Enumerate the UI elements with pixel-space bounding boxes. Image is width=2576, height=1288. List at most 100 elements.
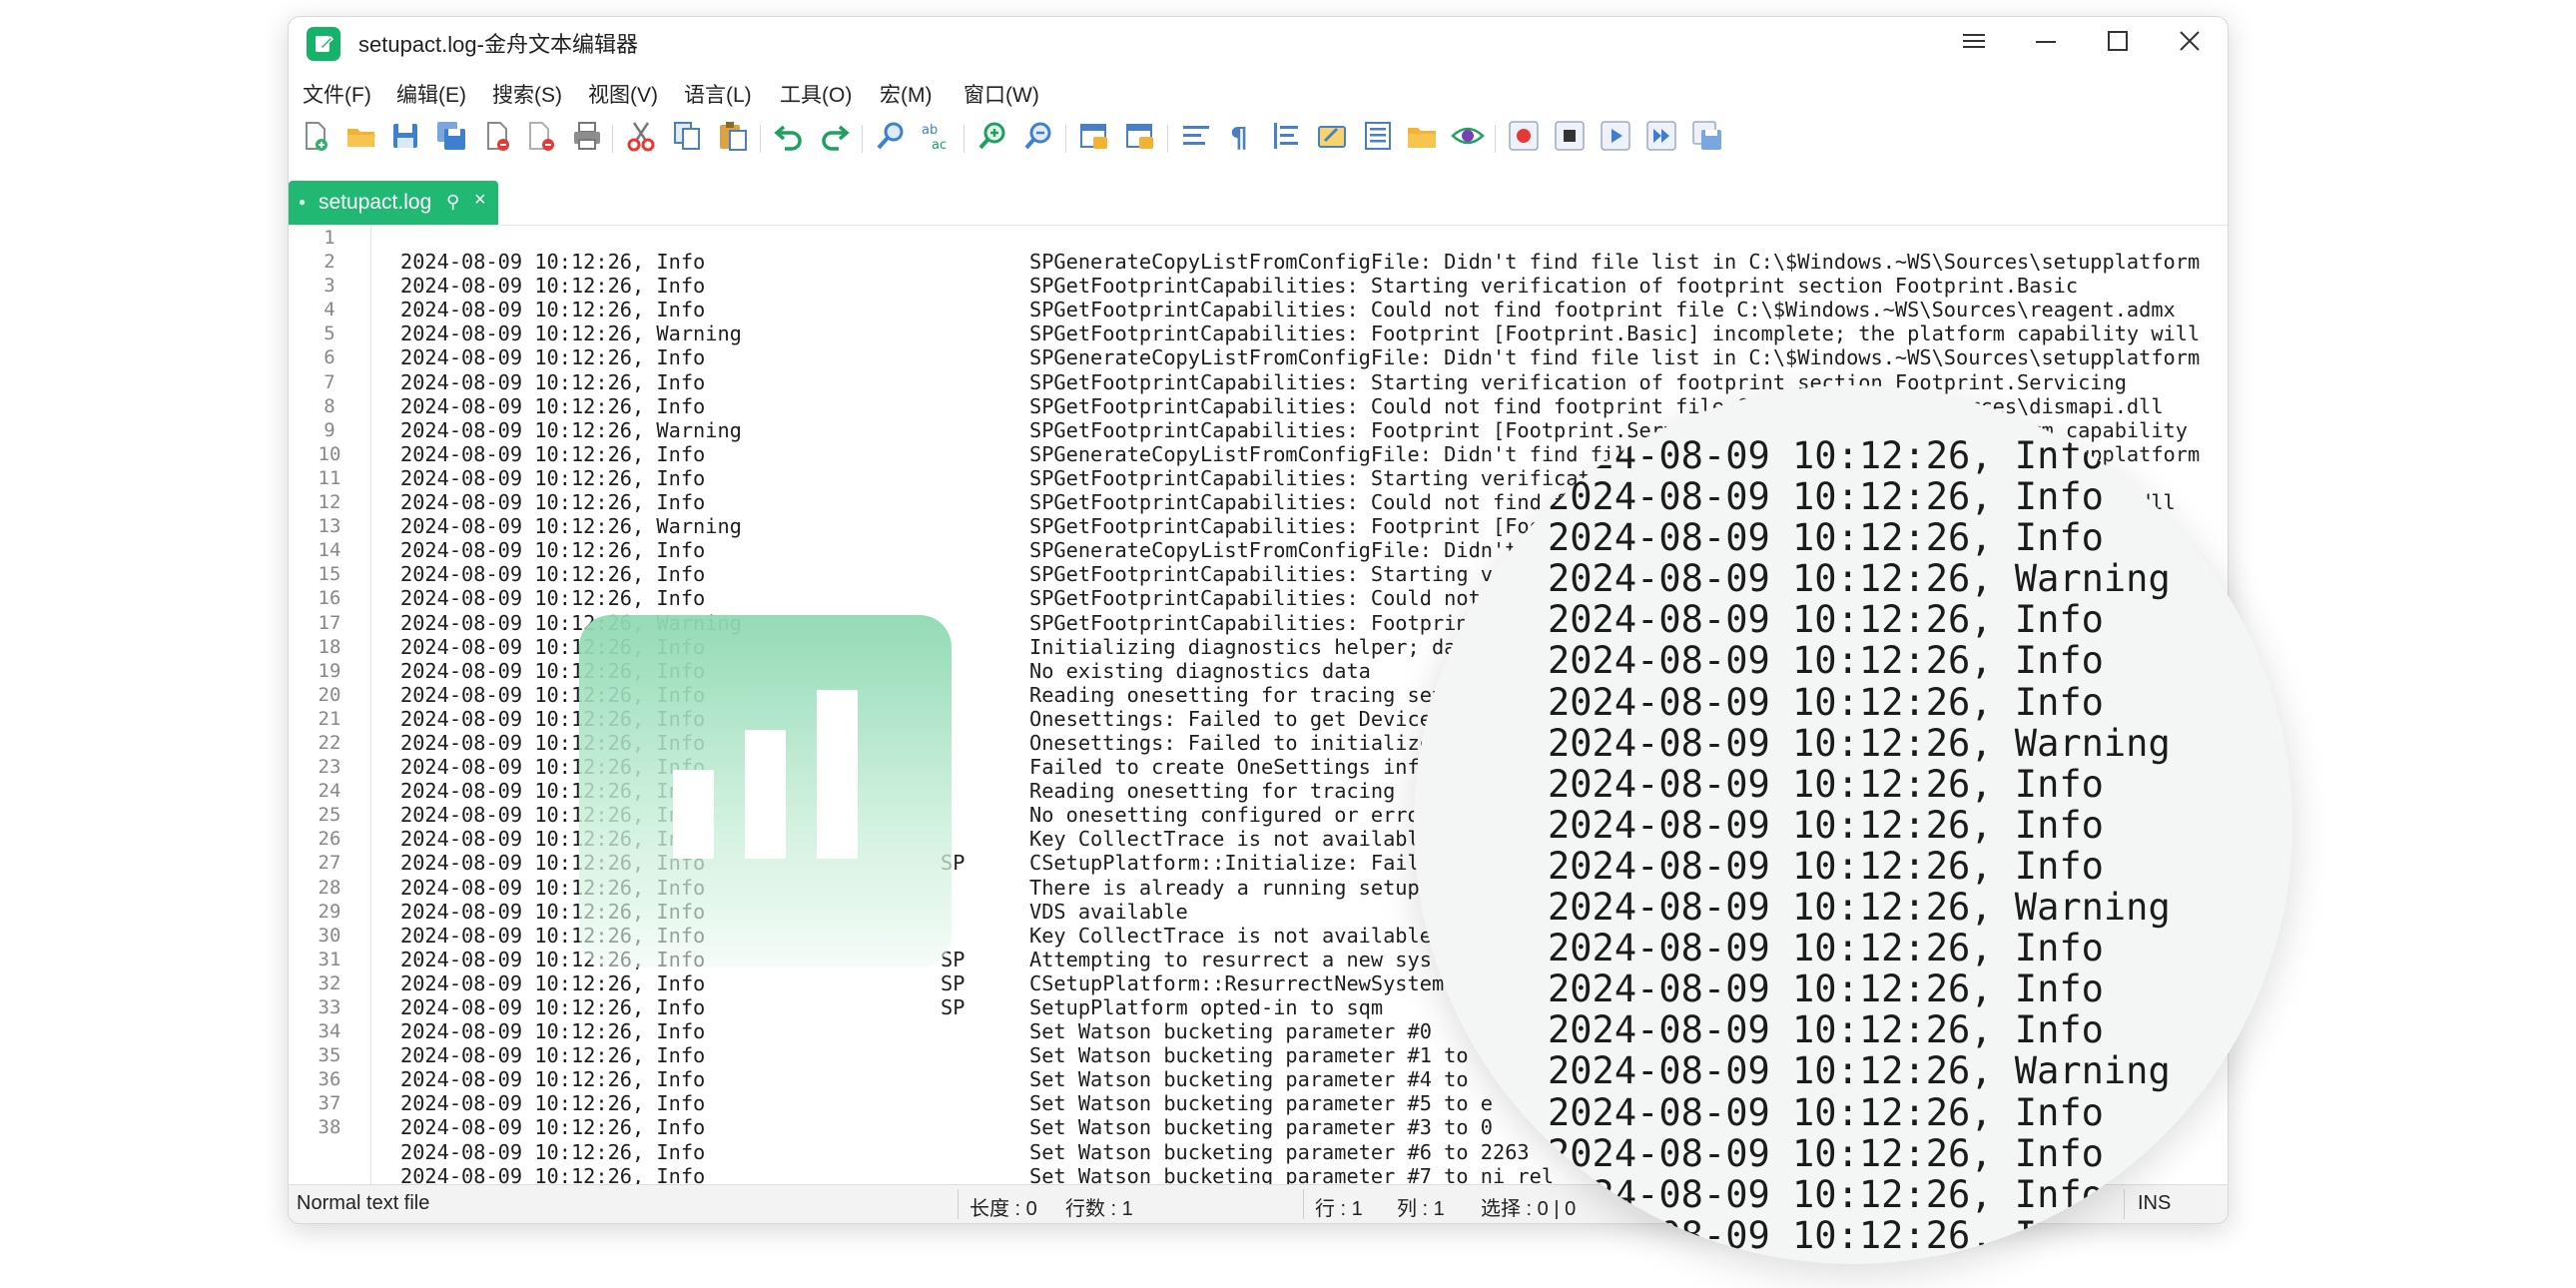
print-icon[interactable] [570, 119, 604, 153]
log-timestamp-level: 2024-08-09 10:12:26, Info [400, 1067, 706, 1092]
save-macro-icon[interactable] [1690, 119, 1724, 153]
line-number: 22 [318, 731, 341, 754]
stop-macro-icon[interactable] [1553, 119, 1587, 153]
open-file-icon[interactable] [344, 119, 378, 153]
document-map-icon[interactable] [1361, 119, 1395, 153]
toolbar-separator [862, 125, 863, 153]
log-message: SPGetFootprintCapabilities: Starting ver… [1029, 369, 2127, 394]
magnified-log-line: 2024-08-09 10:12:26, Info [1548, 844, 2104, 888]
tab-modified-icon: ● [299, 195, 307, 209]
close-tab-icon[interactable]: × [474, 189, 486, 212]
menu-edit[interactable]: 编辑(E) [396, 79, 466, 109]
hamburger-menu-icon[interactable] [1938, 17, 2010, 65]
line-number: 34 [318, 1020, 341, 1043]
word-wrap-icon[interactable] [1179, 119, 1213, 153]
line-number: 8 [323, 394, 335, 417]
status-row: 行 : 1 [1315, 1198, 1363, 1220]
indent-guide-icon[interactable] [1269, 119, 1303, 153]
log-line[interactable]: 2024-08-09 10:12:26, Info SPGetFootprintC… [400, 274, 2228, 298]
close-all-icon[interactable] [524, 119, 558, 153]
pin-icon[interactable]: ⚲ [446, 192, 459, 213]
log-message: Failed to create OneSettings inf [1029, 755, 1420, 780]
menu-view[interactable]: 视图(V) [588, 79, 658, 109]
line-number: 27 [318, 852, 341, 875]
redo-icon[interactable] [818, 119, 852, 153]
log-line[interactable]: 2024-08-09 10:12:26, Warning SPGetFootpri… [400, 322, 2228, 345]
log-timestamp-level: 2024-08-09 10:12:26, Info [400, 393, 706, 418]
toolbar-separator [1495, 125, 1496, 153]
line-number: 6 [323, 346, 335, 369]
line-number: 19 [318, 659, 341, 682]
menu-language[interactable]: 语言(L) [684, 79, 752, 109]
play-macro-icon[interactable] [1599, 119, 1632, 153]
sync-horizontal-icon[interactable] [1123, 119, 1157, 153]
close-window-button[interactable] [2154, 17, 2226, 65]
find-icon[interactable] [874, 119, 908, 153]
chart-bar-tall [817, 690, 858, 859]
line-number: 5 [323, 322, 335, 345]
magnified-log-line: 2024-08-09 10:12:26, Info [1548, 1172, 2104, 1216]
menu-file[interactable]: 文件(F) [303, 79, 371, 109]
undo-icon[interactable] [772, 119, 806, 153]
status-line-count: 行数 : 1 [1065, 1198, 1133, 1220]
line-number: 9 [323, 418, 335, 441]
log-message: Set Watson bucketing parameter #5 to e [1029, 1091, 1493, 1116]
toolbar-separator [760, 125, 761, 153]
close-file-icon[interactable] [480, 119, 514, 153]
log-message: CSetupPlatform::Initialize: Failed [1029, 851, 1445, 876]
line-number: 30 [318, 924, 341, 947]
paste-icon[interactable] [716, 119, 750, 153]
menu-search[interactable]: 搜索(S) [492, 79, 562, 109]
show-all-chars-icon[interactable]: ¶ [1225, 119, 1259, 154]
log-line[interactable]: 2024-08-09 10:12:26, Info SPGetFootprintC… [400, 298, 2228, 322]
replace-icon[interactable]: ab ac [920, 119, 954, 153]
log-line[interactable]: 2024-08-09 10:12:26, Info SPGenerateCopyL… [400, 345, 2228, 369]
line-number: 25 [318, 804, 341, 827]
log-message: SPGenerateCopyListFromConfigFile: Didn't… [1029, 250, 2201, 275]
log-message: Key CollectTrace is not available [1029, 827, 1432, 852]
magnified-log-line: 2024-08-09 10:12:26, Warning [1548, 721, 2171, 765]
save-all-icon[interactable] [434, 119, 468, 153]
line-number: 12 [318, 491, 341, 514]
zoom-in-icon[interactable] [975, 119, 1009, 153]
new-file-icon[interactable] [299, 119, 332, 153]
log-message: SPGetFootprintCapabilities: Could not fi… [1029, 298, 2176, 322]
record-macro-icon[interactable] [1507, 119, 1541, 153]
cut-icon[interactable] [624, 119, 658, 153]
sync-vertical-icon[interactable] [1077, 119, 1111, 153]
line-number: 32 [318, 971, 341, 994]
line-number: 4 [323, 299, 335, 322]
menu-macro[interactable]: 宏(M) [880, 79, 932, 109]
maximize-button[interactable] [2082, 17, 2154, 65]
menu-tools[interactable]: 工具(O) [780, 79, 852, 109]
tab-setupact-log[interactable]: ● setupact.log ⚲ × [289, 181, 498, 225]
log-line[interactable] [400, 226, 2228, 250]
save-icon[interactable] [388, 119, 422, 153]
line-number: 16 [318, 587, 341, 610]
log-message: SPGetFootprintCapabilities: Could not fi… [1029, 586, 1542, 611]
log-message: SPGenerateCopyListFromConfigFile: Didn't… [1029, 345, 2201, 370]
line-number: 33 [318, 996, 341, 1018]
log-timestamp-level: 2024-08-09 10:12:26, Warning [400, 417, 742, 442]
log-line[interactable]: 2024-08-09 10:12:26, Info SPGenerateCopyL… [400, 250, 2228, 274]
monitoring-eye-icon[interactable] [1451, 119, 1485, 153]
minimize-button[interactable] [2010, 17, 2082, 65]
toolbar-separator [1167, 125, 1168, 153]
log-message: Set Watson bucketing parameter #0 [1029, 1019, 1432, 1044]
line-number: 29 [318, 900, 341, 923]
log-timestamp-level: 2024-08-09 10:12:26, Info [400, 250, 706, 275]
menu-bar: 文件(F) 编辑(E) 搜索(S) 视图(V) 语言(L) 工具(O) 宏(M)… [289, 69, 2228, 109]
line-number: 37 [318, 1092, 341, 1115]
log-message: SetupPlatform opted-in to sqm [1029, 995, 1384, 1019]
log-line[interactable]: 2024-08-09 10:12:26, Info SPGetFootprintC… [400, 370, 2228, 394]
magnified-log-line: 2024-08-09 10:12:26, Info [1548, 516, 2104, 560]
menu-window[interactable]: 窗口(W) [964, 79, 1039, 109]
copy-icon[interactable] [670, 119, 704, 153]
run-macro-multiple-icon[interactable] [1644, 119, 1678, 153]
log-timestamp-level: 2024-08-09 10:12:26, Info [400, 970, 706, 995]
line-number: 13 [318, 515, 341, 538]
zoom-out-icon[interactable] [1021, 119, 1055, 153]
folder-workspace-icon[interactable] [1405, 119, 1439, 153]
user-language-icon[interactable] [1315, 119, 1349, 153]
line-number: 20 [318, 683, 341, 706]
